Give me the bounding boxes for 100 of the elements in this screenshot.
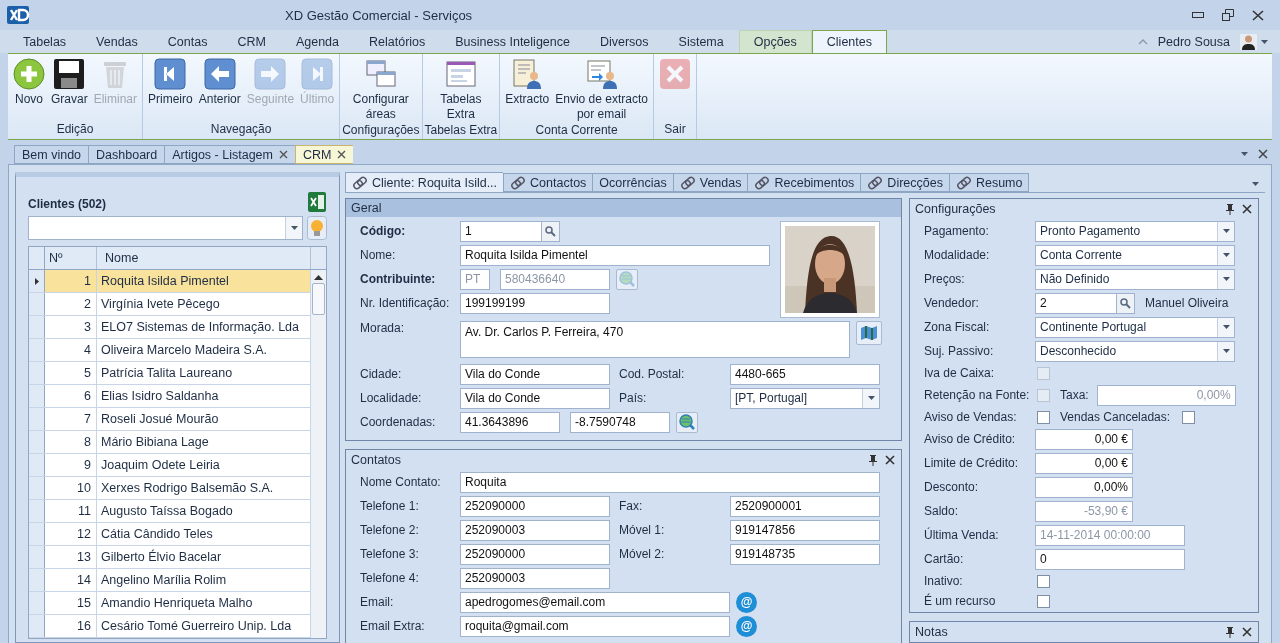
text-field[interactable]: Vila do Conde	[460, 363, 610, 385]
checkbox[interactable]	[1182, 410, 1195, 424]
menu-tab[interactable]: Tabelas	[8, 30, 82, 53]
text-field[interactable]: 919147856	[730, 519, 880, 541]
text-field[interactable]: 2	[1035, 292, 1117, 314]
text-field[interactable]: Vila do Conde	[460, 387, 610, 409]
text-field[interactable]: 252090000	[460, 495, 610, 517]
excel-icon[interactable]	[307, 191, 327, 213]
pin-icon[interactable]	[1226, 203, 1234, 215]
close-icon[interactable]	[1242, 627, 1252, 637]
search-button[interactable]	[1117, 292, 1135, 314]
close-icon[interactable]	[337, 150, 347, 159]
record-tab[interactable]: Direcções	[860, 173, 949, 192]
minimize-icon[interactable]	[1192, 12, 1204, 18]
scrollbar[interactable]	[310, 270, 326, 638]
dropdown-field[interactable]: Não Definido	[1035, 268, 1235, 290]
text-field[interactable]: Roquita	[460, 471, 880, 493]
menu-tab[interactable]: Agenda	[280, 30, 354, 53]
table-row[interactable]: 10 Xerxes Rodrigo Balsemão S.A.	[29, 477, 310, 500]
close-icon[interactable]	[1252, 9, 1264, 21]
column-header[interactable]: Nome	[97, 247, 311, 269]
ribbon-button[interactable]: Novo	[10, 57, 48, 108]
menu-tab[interactable]: Relatórios	[354, 30, 441, 53]
close-icon[interactable]	[278, 150, 288, 159]
ribbon-button[interactable]: Extracto	[502, 57, 553, 108]
menu-tab[interactable]: Diversos	[584, 30, 664, 53]
dropdown-field[interactable]: Pronto Pagamento	[1035, 220, 1235, 242]
text-field[interactable]: 0,00 €	[1035, 428, 1133, 450]
document-tab[interactable]: Dashboard	[88, 145, 165, 164]
pin-icon[interactable]	[1226, 626, 1234, 638]
ribbon-button[interactable]: Tabelas Extra	[437, 57, 485, 123]
text-field[interactable]: 252090003	[460, 567, 610, 589]
menu-tab[interactable]: Vendas	[81, 30, 153, 53]
text-field[interactable]: -8.7590748	[570, 411, 670, 433]
menu-tab[interactable]: Contas	[152, 30, 223, 53]
text-field[interactable]: apedrogomes@email.com	[460, 591, 730, 613]
ribbon-button[interactable]: Envio de extracto por email	[552, 57, 651, 123]
record-tab[interactable]: Cliente: Roquita Isild...	[345, 172, 504, 192]
email-button[interactable]: @	[736, 591, 757, 613]
table-row[interactable]: 2 Virgínia Ivete Pêcego	[29, 293, 310, 316]
close-icon[interactable]	[1242, 204, 1252, 214]
table-row[interactable]: 8 Mário Bibiana Lage	[29, 431, 310, 454]
search-button[interactable]	[542, 220, 560, 242]
text-field[interactable]: 252090003	[460, 519, 610, 541]
menu-tab[interactable]: Business Inteligence	[440, 30, 585, 53]
menu-tab[interactable]: Sistema	[663, 30, 739, 53]
text-field[interactable]: Roquita Isilda Pimentel	[460, 244, 770, 266]
scroll-thumb[interactable]	[312, 283, 325, 315]
record-tab[interactable]: Contactos	[503, 173, 593, 192]
ribbon-button[interactable]: Primeiro	[145, 57, 196, 108]
text-field[interactable]: 2520900001	[730, 495, 880, 517]
table-row[interactable]: 4 Oliveira Marcelo Madeira S.A.	[29, 339, 310, 362]
table-row[interactable]: 14 Angelino Marília Rolim	[29, 569, 310, 592]
text-field[interactable]: 252090000	[460, 543, 610, 565]
pin-icon[interactable]	[869, 454, 877, 466]
menu-tab[interactable]: Opções	[738, 30, 812, 53]
text-field[interactable]: 0,00%	[1035, 476, 1133, 498]
map-button[interactable]	[856, 321, 882, 345]
document-tab[interactable]: Artigos - Listagem	[164, 145, 295, 164]
table-row[interactable]: 15 Amandio Henriqueta Malho	[29, 592, 310, 615]
checkbox[interactable]	[1037, 594, 1050, 608]
table-row[interactable]: 12 Cátia Cândido Teles	[29, 523, 310, 546]
close-icon[interactable]	[885, 455, 895, 465]
ribbon-button[interactable]: Anterior	[195, 57, 244, 108]
text-field[interactable]: 1	[460, 220, 542, 242]
avatar-icon[interactable]	[1240, 33, 1257, 50]
close-icon[interactable]	[1258, 149, 1268, 159]
checkbox[interactable]	[1037, 410, 1050, 424]
scroll-up-icon[interactable]	[314, 275, 323, 280]
text-field[interactable]: roquita@gmail.com	[460, 615, 730, 637]
table-row[interactable]: 1 Roquita Isilda Pimentel	[29, 270, 310, 293]
dropdown-field[interactable]: [PT, Portugal]	[730, 387, 880, 409]
email-button[interactable]: @	[736, 615, 757, 637]
record-tab[interactable]: Vendas	[672, 173, 748, 192]
restore-icon[interactable]	[1222, 9, 1234, 21]
ribbon-button[interactable]: Gravar	[48, 57, 91, 108]
table-row[interactable]: 5 Patrícia Talita Laureano	[29, 362, 310, 385]
text-field[interactable]: 41.3643896	[460, 411, 560, 433]
dropdown-field[interactable]: Continente Portugal	[1035, 316, 1235, 338]
text-field[interactable]: 199199199	[460, 292, 610, 314]
record-tab[interactable]: Ocorrências	[592, 173, 673, 192]
table-row[interactable]: 6 Elias Isidro Saldanha	[29, 385, 310, 408]
text-field[interactable]: 0,00 €	[1035, 452, 1133, 474]
text-field[interactable]: 919148735	[730, 543, 880, 565]
table-row[interactable]: 7 Roseli Josué Mourão	[29, 408, 310, 431]
text-field[interactable]: 4480-665	[730, 363, 880, 385]
dropdown-field[interactable]: Desconhecido	[1035, 340, 1235, 362]
dropdown-field[interactable]: Conta Corrente	[1035, 244, 1235, 266]
menu-tab[interactable]: CRM	[222, 30, 281, 53]
menu-tab[interactable]: Clientes	[811, 30, 887, 53]
table-row[interactable]: 3 ELO7 Sistemas de Informação. Lda	[29, 316, 310, 339]
table-row[interactable]: 13 Gilberto Élvio Bacelar	[29, 546, 310, 569]
table-row[interactable]: 16 Cesário Tomé Guerreiro Unip. Lda	[29, 615, 310, 638]
checkbox[interactable]	[1037, 574, 1050, 588]
record-tab[interactable]: Recebimentos	[747, 173, 861, 192]
document-tab[interactable]: Bem vindo	[14, 145, 89, 164]
table-row[interactable]: 11 Augusto Taíssa Bogado	[29, 500, 310, 523]
text-field[interactable]: 0	[1035, 548, 1185, 570]
column-header[interactable]: Nº	[45, 247, 97, 269]
record-tab[interactable]: Resumo	[948, 173, 1030, 192]
